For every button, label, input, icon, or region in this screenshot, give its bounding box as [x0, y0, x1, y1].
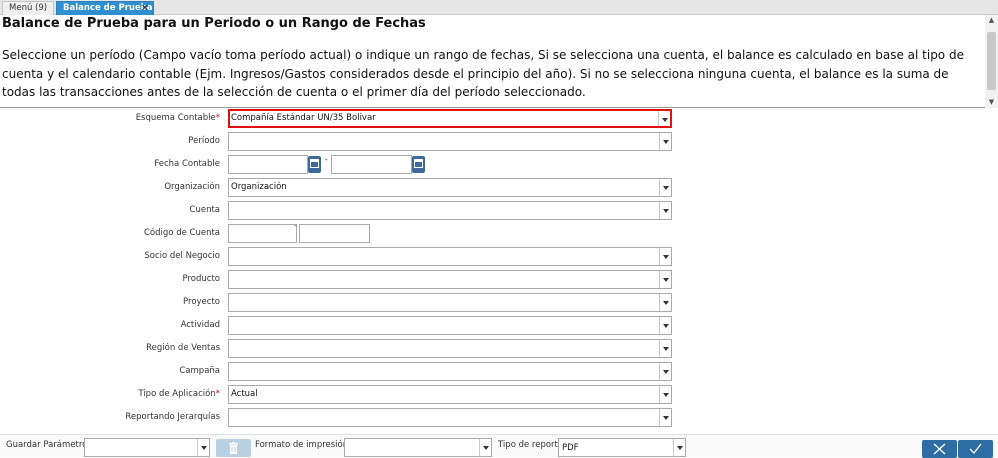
chevron-down-icon[interactable]	[659, 317, 671, 334]
cancel-button[interactable]	[922, 440, 957, 458]
row-periodo: Período	[0, 132, 998, 151]
label-socio-negocio: Socio del Negocio	[144, 251, 220, 261]
row-region-ventas: Región de Ventas	[0, 339, 998, 358]
chevron-down-icon[interactable]	[658, 111, 670, 126]
chevron-down-icon[interactable]	[659, 386, 671, 403]
row-reportando-jerarquias: Reportando Jerarquías	[0, 408, 998, 427]
organizacion-value: Organización	[231, 182, 287, 192]
label-cuenta: Cuenta	[189, 205, 220, 215]
tipo-reporte-select[interactable]: PDF	[558, 438, 686, 457]
fecha-hasta-input[interactable]	[331, 155, 412, 174]
chevron-down-icon[interactable]	[659, 133, 671, 150]
process-description: Seleccione un período (Campo vacío toma …	[2, 48, 964, 99]
tipo-reporte-value: PDF	[562, 443, 579, 453]
label-proyecto: Proyecto	[183, 297, 220, 307]
chevron-down-icon[interactable]	[659, 363, 671, 380]
chevron-down-icon[interactable]	[659, 271, 671, 288]
organizacion-select[interactable]: Organización	[228, 178, 672, 197]
row-organizacion: Organización Organización	[0, 178, 998, 197]
row-codigo-cuenta: Código de Cuenta -	[0, 221, 998, 243]
chevron-down-icon[interactable]	[659, 202, 671, 219]
fecha-separator: -	[325, 155, 328, 164]
formato-impresion-label: Formato de impresión	[255, 440, 349, 450]
proyecto-select[interactable]	[228, 293, 672, 312]
tipo-reporte-label: Tipo de reporte	[498, 440, 564, 450]
label-organizacion: Organización	[164, 182, 220, 192]
trash-icon	[229, 442, 238, 454]
chevron-down-icon[interactable]	[479, 439, 491, 456]
reportando-jerarquias-select[interactable]	[228, 408, 672, 427]
process-header: Balance de Prueba para un Periodo o un R…	[0, 15, 998, 108]
campana-select[interactable]	[228, 362, 672, 381]
esquema-contable-select[interactable]: Compañía Estándar UN/35 Bolivar	[228, 109, 672, 128]
calendar-icon[interactable]	[308, 156, 321, 173]
tipo-aplicacion-value: Actual	[231, 389, 258, 399]
row-fecha-contable: Fecha Contable -	[0, 155, 998, 174]
guardar-parametro-label: Guardar Parámetro	[6, 440, 88, 450]
chevron-down-icon[interactable]	[673, 439, 685, 456]
tab-balance-de-prueba[interactable]: Balance de Prueba ✕	[56, 1, 154, 15]
codigo-hasta-input[interactable]	[299, 224, 370, 243]
actividad-select[interactable]	[228, 316, 672, 335]
label-reportando-jerarquias: Reportando Jerarquías	[125, 412, 220, 422]
label-tipo-aplicacion: Tipo de Aplicación*	[138, 389, 220, 399]
x-icon	[933, 443, 946, 455]
close-icon[interactable]: ✕	[140, 3, 150, 14]
row-tipo-aplicacion: Tipo de Aplicación* Actual	[0, 385, 998, 404]
label-region-ventas: Región de Ventas	[146, 343, 220, 353]
label-actividad: Actividad	[180, 320, 220, 330]
periodo-select[interactable]	[228, 132, 672, 151]
chevron-down-icon[interactable]	[659, 248, 671, 265]
tab-bar: Menú (9) Balance de Prueba ✕	[0, 0, 998, 15]
label-producto: Producto	[182, 274, 220, 284]
description-scrollbar[interactable]: ▲ ▼	[985, 15, 998, 108]
guardar-parametro-select[interactable]	[84, 438, 210, 457]
row-campana: Campaña	[0, 362, 998, 381]
formato-impresion-select[interactable]	[344, 438, 492, 457]
footer-toolbar: Guardar Parámetro Formato de impresión T…	[0, 434, 998, 458]
tab-menu-label: Menú (9)	[9, 3, 48, 13]
label-esquema-contable: Esquema Contable*	[135, 113, 220, 123]
ok-button[interactable]	[958, 440, 993, 458]
region-ventas-select[interactable]	[228, 339, 672, 358]
fecha-desde-input[interactable]	[228, 155, 308, 174]
label-campana: Campaña	[179, 366, 220, 376]
check-icon	[969, 443, 982, 454]
delete-parameter-button[interactable]	[216, 439, 251, 457]
label-periodo: Período	[188, 136, 220, 146]
row-producto: Producto	[0, 270, 998, 289]
scrollbar-thumb[interactable]	[987, 32, 996, 90]
calendar-icon[interactable]	[412, 156, 425, 173]
chevron-down-icon[interactable]	[659, 179, 671, 196]
row-socio-negocio: Socio del Negocio	[0, 247, 998, 266]
cuenta-select[interactable]	[228, 201, 672, 220]
row-proyecto: Proyecto	[0, 293, 998, 312]
label-fecha-contable: Fecha Contable	[154, 159, 220, 169]
chevron-down-icon[interactable]	[659, 409, 671, 426]
producto-select[interactable]	[228, 270, 672, 289]
row-cuenta: Cuenta	[0, 201, 998, 220]
parameter-form: Esquema Contable* Compañía Estándar UN/3…	[0, 109, 998, 429]
codigo-separator: -	[294, 221, 297, 230]
label-codigo-cuenta: Código de Cuenta	[144, 228, 220, 238]
chevron-down-icon[interactable]	[197, 439, 209, 456]
chevron-down-icon[interactable]	[659, 340, 671, 357]
scroll-up-icon[interactable]: ▲	[987, 16, 996, 24]
scroll-down-icon[interactable]: ▼	[987, 98, 996, 106]
codigo-desde-input[interactable]	[228, 224, 297, 243]
row-esquema-contable: Esquema Contable* Compañía Estándar UN/3…	[0, 109, 998, 128]
tab-menu[interactable]: Menú (9)	[2, 1, 54, 15]
row-actividad: Actividad	[0, 316, 998, 335]
tipo-aplicacion-select[interactable]: Actual	[228, 385, 672, 404]
esquema-contable-value: Compañía Estándar UN/35 Bolivar	[231, 113, 376, 123]
chevron-down-icon[interactable]	[659, 294, 671, 311]
socio-negocio-select[interactable]	[228, 247, 672, 266]
page-title: Balance de Prueba para un Periodo o un R…	[2, 16, 426, 31]
